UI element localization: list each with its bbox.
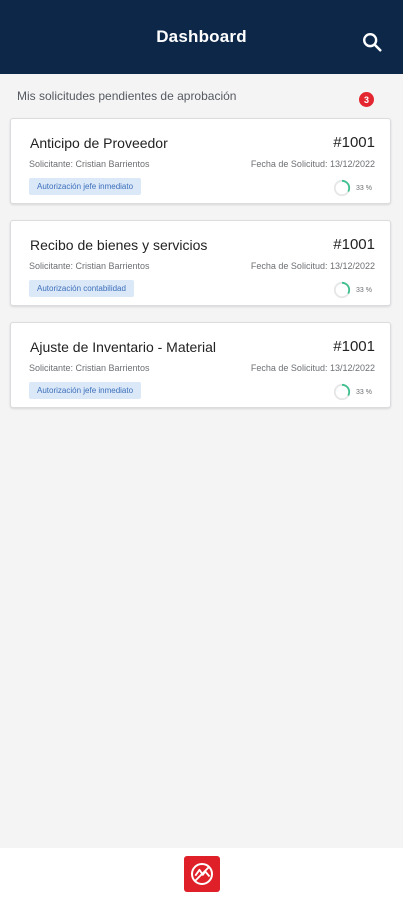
request-card[interactable]: Ajuste de Inventario - Material #1001 So… (10, 322, 391, 408)
request-title: Anticipo de Proveedor (30, 135, 168, 151)
request-list: Anticipo de Proveedor #1001 Solicitante:… (10, 118, 391, 424)
progress-indicator: 33 % (333, 383, 372, 401)
section-header: Mis solicitudes pendientes de aprobación (0, 74, 403, 114)
request-number: #1001 (333, 134, 375, 151)
progress-ring-icon (333, 281, 351, 299)
progress-indicator: 33 % (333, 281, 372, 299)
progress-ring-icon (333, 383, 351, 401)
request-card[interactable]: Recibo de bienes y servicios #1001 Solic… (10, 220, 391, 306)
request-card[interactable]: Anticipo de Proveedor #1001 Solicitante:… (10, 118, 391, 204)
search-icon (363, 33, 382, 52)
bottom-bar (0, 848, 403, 900)
progress-label: 33 % (356, 388, 372, 396)
page-title: Dashboard (156, 27, 247, 46)
request-date: Fecha de Solicitud: 13/12/2022 (250, 159, 375, 169)
progress-ring-icon (333, 179, 351, 197)
request-requester: Solicitante: Cristian Barrientos (29, 363, 150, 373)
request-title: Ajuste de Inventario - Material (30, 339, 216, 355)
request-requester: Solicitante: Cristian Barrientos (29, 159, 150, 169)
progress-label: 33 % (356, 286, 372, 294)
request-date: Fecha de Solicitud: 13/12/2022 (250, 261, 375, 271)
progress-indicator: 33 % (333, 179, 372, 197)
search-button[interactable] (361, 31, 383, 53)
status-badge: Autorización contabilidad (29, 280, 134, 297)
request-date: Fecha de Solicitud: 13/12/2022 (250, 363, 375, 373)
request-requester: Solicitante: Cristian Barrientos (29, 261, 150, 271)
logo-mark-icon (190, 863, 213, 885)
status-badge: Autorización jefe inmediato (29, 382, 142, 399)
company-logo-icon[interactable] (183, 856, 220, 892)
request-number: #1001 (333, 236, 375, 253)
status-badge: Autorización jefe inmediato (29, 178, 142, 195)
app-bar: Dashboard (0, 0, 403, 74)
request-title: Recibo de bienes y servicios (30, 237, 208, 253)
pending-count-badge: 3 (359, 92, 374, 107)
progress-label: 33 % (356, 184, 372, 192)
section-title: Mis solicitudes pendientes de aprobación (17, 89, 237, 103)
request-number: #1001 (333, 338, 375, 355)
